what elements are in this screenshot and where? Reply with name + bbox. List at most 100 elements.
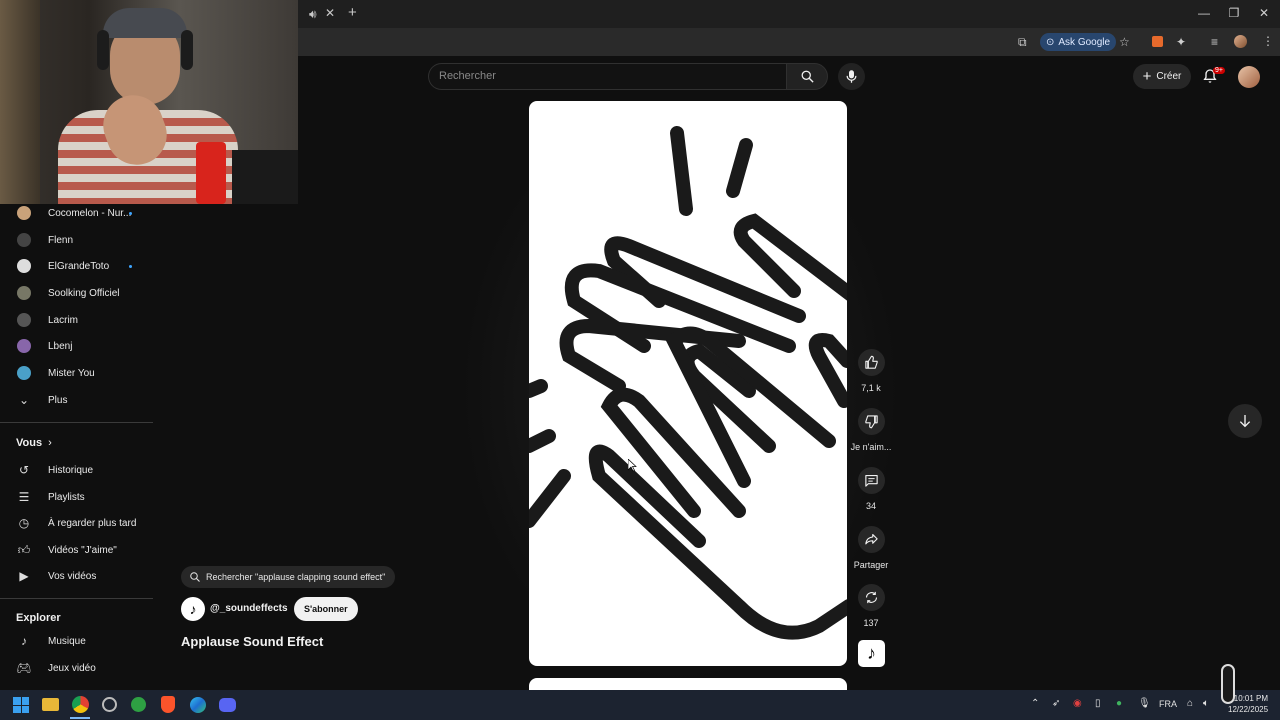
arrow-down-icon [1239, 415, 1251, 428]
sidebar-item-history[interactable]: ↺ Historique [0, 457, 153, 483]
sidebar-item-liked-videos[interactable]: 👍︎ Vidéos "J'aime" [0, 537, 153, 563]
red-bottle [196, 142, 226, 204]
channel-avatar [17, 339, 31, 353]
remix-icon [865, 591, 878, 604]
restore-icon[interactable]: ❐ [1219, 6, 1249, 20]
search-icon [801, 70, 814, 83]
channel-avatar [17, 313, 31, 327]
thumbs-down-icon [865, 415, 878, 429]
tray-app-icon[interactable]: ◉ [1073, 698, 1082, 709]
tray-app-icon[interactable]: ● [1116, 698, 1122, 709]
plus-icon: + [1142, 67, 1152, 85]
short-video-player[interactable] [529, 101, 847, 666]
subscription-item[interactable]: ElGrandeToto [0, 253, 153, 279]
sidebar-item-watch-later[interactable]: ◷ À regarder plus tard [0, 510, 153, 536]
sidebar-item-your-videos[interactable]: ▶︎ Vos vidéos [0, 563, 153, 589]
subscription-item[interactable]: Lacrim [0, 307, 153, 333]
dislike-label: Je n'aim... [850, 442, 892, 452]
thumbs-up-icon [865, 355, 878, 369]
channel-avatar[interactable]: ♪ [181, 597, 205, 621]
app-icon[interactable] [102, 697, 117, 712]
music-note-icon: ♪ [189, 601, 197, 617]
music-icon: ♪ [21, 634, 27, 648]
tab-audio-icon[interactable]: 🔊︎ [309, 7, 317, 22]
profile-avatar[interactable] [1234, 35, 1247, 48]
reading-list-icon[interactable]: ≡ [1211, 35, 1218, 49]
channel-name[interactable]: @_soundeffects [210, 603, 288, 614]
sidebar-more-button[interactable]: ⌄ Plus [0, 387, 153, 413]
tray-microphone-icon[interactable]: 🎙︎ [1138, 698, 1151, 709]
tab-close-icon[interactable]: ✕ [325, 6, 335, 20]
brave-icon[interactable] [161, 696, 175, 713]
sidebar-item-playlists[interactable]: ☰ Playlists [0, 484, 153, 510]
subscription-item[interactable]: Cocomelon - Nur... [0, 200, 153, 226]
explore-section-heading: Explorer [16, 612, 61, 624]
comment-count: 34 [865, 501, 876, 511]
extension-icon[interactable] [1152, 36, 1163, 47]
subscription-item[interactable]: Lbenj [0, 333, 153, 359]
curtain [0, 0, 40, 204]
voice-search-button[interactable] [838, 63, 865, 90]
system-clock[interactable]: 10:01 PM 12/22/2025 [1228, 693, 1268, 715]
headphone-right [181, 30, 193, 70]
active-app-indicator [70, 717, 90, 719]
channel-avatar [17, 286, 31, 300]
mouse-cursor-icon [628, 459, 637, 472]
account-avatar[interactable] [1238, 66, 1260, 88]
browser-menu-icon[interactable]: ⋮ [1262, 34, 1274, 48]
new-content-dot [129, 264, 132, 268]
share-label: Partager [853, 560, 889, 570]
sound-thumbnail[interactable]: ♪ [858, 640, 885, 667]
sidebar-divider [0, 598, 153, 599]
tray-app-icon[interactable]: ▯ [1095, 698, 1101, 709]
watch-later-icon: ◷ [18, 516, 30, 530]
remix-button[interactable] [858, 584, 885, 611]
minimize-icon[interactable]: — [1189, 6, 1219, 20]
subscription-item[interactable]: Soolking Officiel [0, 280, 153, 306]
xbox-icon[interactable] [131, 697, 146, 712]
dislike-button[interactable] [858, 408, 885, 435]
tray-app-icon[interactable]: ➶ [1052, 698, 1060, 709]
cap [103, 8, 187, 38]
language-indicator[interactable]: FRA [1159, 699, 1177, 709]
search-icon [190, 572, 200, 582]
share-button[interactable] [858, 526, 885, 553]
headphone-left [97, 30, 109, 70]
search-input[interactable]: Rechercher [428, 63, 786, 90]
subscription-item[interactable]: Flenn [0, 227, 153, 253]
search-button[interactable] [786, 63, 828, 90]
discord-icon[interactable] [219, 698, 236, 712]
notification-badge: 9+ [1213, 67, 1225, 74]
you-section-heading[interactable]: Vous › [16, 437, 52, 449]
install-app-icon[interactable]: ⧉ [1018, 35, 1027, 50]
remix-count: 137 [863, 618, 879, 628]
sidebar-item-gaming[interactable]: 🎮︎ Jeux vidéo [0, 655, 153, 681]
extensions-puzzle-icon[interactable]: ✦ [1176, 35, 1186, 49]
window-close-icon[interactable]: ✕ [1249, 6, 1279, 20]
edge-icon[interactable] [190, 697, 206, 713]
related-search-chip[interactable]: Rechercher "applause clapping sound effe… [181, 566, 396, 588]
windows-taskbar: ⌃ ➶ ◉ ▯ ● 🎙︎ FRA ⌂ 🔈︎ [0, 664, 1280, 720]
chevron-right-icon: › [48, 437, 52, 449]
next-short-button[interactable] [1228, 404, 1262, 438]
lens-icon: ⊙ [1046, 36, 1055, 48]
gaming-icon: 🎮︎ [16, 661, 32, 675]
file-explorer-icon[interactable] [42, 698, 59, 711]
sidebar-item-music[interactable]: ♪ Musique [0, 628, 153, 654]
volume-icon[interactable]: 🔈︎ [1203, 698, 1209, 709]
windows-start-icon[interactable] [13, 697, 29, 713]
sidebar-divider [0, 422, 153, 423]
chrome-icon[interactable] [72, 696, 89, 713]
bookmark-star-icon[interactable]: ☆ [1119, 35, 1130, 49]
comments-button[interactable] [858, 467, 885, 494]
create-button[interactable]: + Créer [1133, 64, 1191, 89]
network-icon[interactable]: ⌂ [1187, 698, 1193, 709]
like-button[interactable] [858, 349, 885, 376]
subscribe-button[interactable]: S'abonner [294, 597, 358, 621]
channel-avatar [17, 366, 31, 380]
tray-chevron-icon[interactable]: ⌃ [1031, 698, 1039, 709]
new-tab-icon[interactable]: + [348, 4, 357, 21]
subscription-item[interactable]: Mister You [0, 360, 153, 386]
video-title[interactable]: Applause Sound Effect [181, 634, 323, 649]
ask-google-button[interactable]: ⊙ Ask Google [1040, 33, 1117, 51]
